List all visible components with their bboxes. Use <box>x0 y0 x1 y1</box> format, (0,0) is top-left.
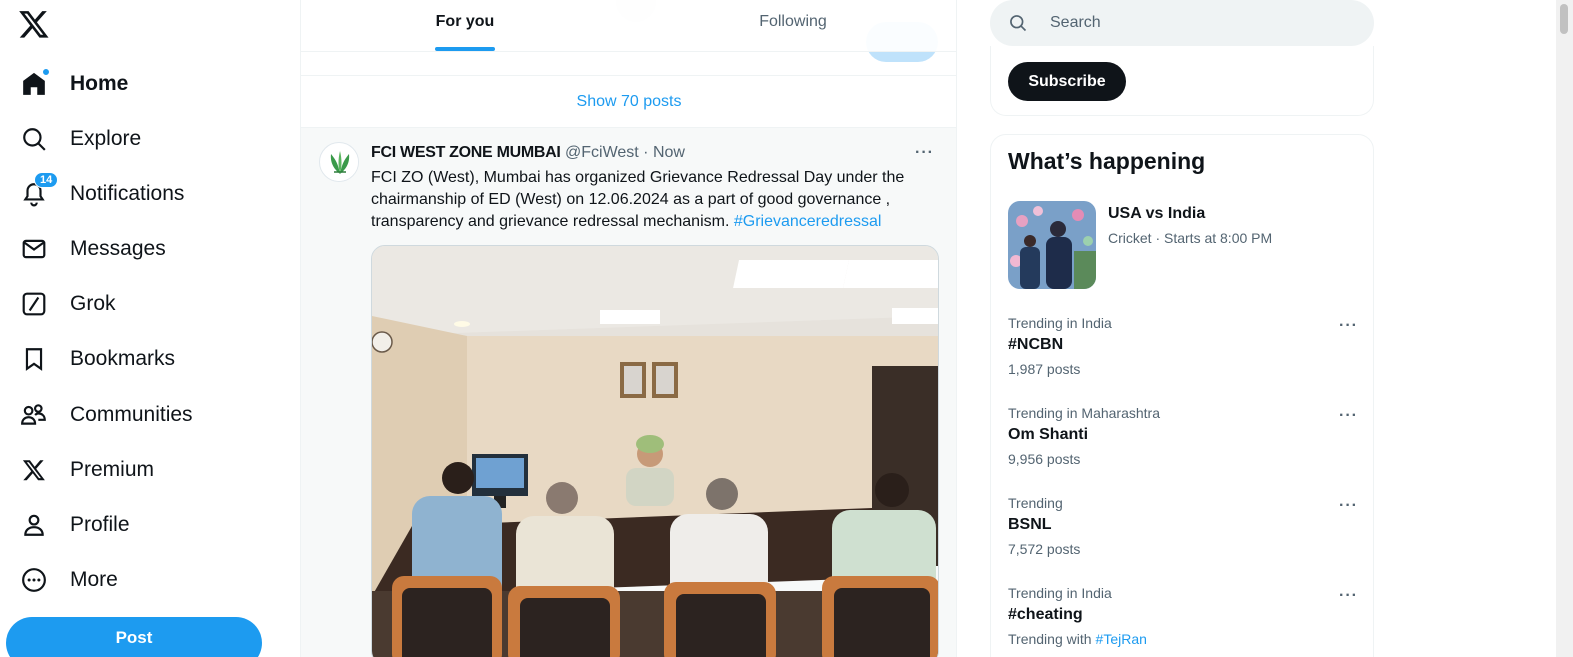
nav-label: Messages <box>70 237 166 260</box>
trend-count: 1,987 posts <box>1008 361 1081 377</box>
tweet-time[interactable]: Now <box>653 144 685 161</box>
bell-icon: 14 <box>20 172 59 208</box>
nav-label: Home <box>70 72 129 95</box>
nav-premium[interactable]: Premium <box>8 446 166 494</box>
search-input[interactable] <box>1050 14 1350 32</box>
trend-item[interactable]: Trending in India #NCBN 1,987 posts ··· <box>1008 315 1358 405</box>
whats-happening-panel: What’s happening USA vs India Cricket · … <box>990 134 1374 657</box>
nav-explore[interactable]: Explore <box>8 115 153 163</box>
more-options-icon[interactable]: ··· <box>1339 317 1358 335</box>
nav-messages[interactable]: Messages <box>8 225 178 273</box>
more-circle-icon <box>20 566 48 594</box>
right-sidebar: Subscribe What’s happening USA vs India … <box>990 0 1374 657</box>
scrollbar-thumb[interactable] <box>1560 4 1568 34</box>
more-options-icon[interactable]: ··· <box>1339 587 1358 605</box>
nav-label: Communities <box>70 403 193 426</box>
x-logo-icon <box>20 456 48 484</box>
feed-tabs: For you Following <box>301 0 956 52</box>
main-feed: For you Following Show 70 posts FCI WEST… <box>300 0 957 657</box>
tweet-text: FCI ZO (West), Mumbai has organized Grie… <box>371 167 931 233</box>
more-options-icon[interactable]: ··· <box>915 144 934 162</box>
trend-name: BSNL <box>1008 516 1052 533</box>
search-bar[interactable] <box>990 0 1374 46</box>
trend-name: #cheating <box>1008 606 1083 623</box>
search-icon <box>1010 15 1027 32</box>
post-button[interactable]: Post <box>6 617 262 657</box>
subscribe-button[interactable]: Subscribe <box>1008 62 1126 101</box>
tab-following[interactable]: Following <box>629 0 956 51</box>
more-options-icon[interactable]: ··· <box>1339 497 1358 515</box>
trend-related-hashtag[interactable]: #TejRan <box>1096 631 1147 647</box>
tab-label: Following <box>759 12 827 30</box>
trend-count: Trending with #TejRan <box>1008 631 1147 647</box>
tweet-photo[interactable] <box>371 245 939 657</box>
panel-title: What’s happening <box>1008 148 1206 174</box>
search-icon <box>20 125 48 153</box>
premium-card: Subscribe <box>990 46 1374 116</box>
nav-profile[interactable]: Profile <box>8 501 142 549</box>
tab-label: For you <box>435 12 495 30</box>
scrollbar-track[interactable] <box>1556 0 1573 657</box>
nav-label: Explore <box>70 127 142 150</box>
nav-bookmarks[interactable]: Bookmarks <box>8 335 187 383</box>
nav-notifications[interactable]: 14 Notifications <box>8 170 196 218</box>
nav-communities[interactable]: Communities <box>8 391 205 439</box>
notification-dot <box>42 68 50 76</box>
trend-count: 9,956 posts <box>1008 451 1081 467</box>
x-logo-icon[interactable] <box>18 8 50 40</box>
featured-event-title[interactable]: USA vs India <box>1108 205 1205 223</box>
trend-count: 7,572 posts <box>1008 541 1081 557</box>
nav-more[interactable]: More <box>8 556 130 604</box>
nav-home[interactable]: Home <box>8 60 140 108</box>
nav-label: Bookmarks <box>70 347 176 370</box>
avatar[interactable] <box>319 142 359 182</box>
more-options-icon[interactable]: ··· <box>1339 407 1358 425</box>
trend-name: #NCBN <box>1008 336 1064 353</box>
author-handle[interactable]: @FciWest <box>565 144 639 161</box>
trend-context: Trending <box>1008 495 1063 511</box>
communities-icon <box>20 401 48 429</box>
mail-icon <box>20 235 48 263</box>
trend-context: Trending in Maharashtra <box>1008 405 1161 421</box>
tweet[interactable]: FCI WEST ZONE MUMBAI @FciWest · Now ··· … <box>301 128 956 657</box>
nav-label: Notifications <box>70 182 185 205</box>
tab-for-you[interactable]: For you <box>301 0 629 51</box>
trend-context: Trending in India <box>1008 585 1112 601</box>
trend-item[interactable]: Trending BSNL 7,572 posts ··· <box>1008 495 1358 585</box>
nav-label: Profile <box>70 513 130 536</box>
tweet-hashtag[interactable]: #Grievanceredressal <box>734 213 882 230</box>
bookmark-icon <box>20 345 48 373</box>
author-name[interactable]: FCI WEST ZONE MUMBAI <box>371 144 561 161</box>
nav-grok[interactable]: Grok <box>8 280 128 328</box>
notification-count-badge: 14 <box>34 172 59 188</box>
meta-separator: · <box>638 144 653 161</box>
featured-event-subtitle: Cricket · Starts at 8:00 PM <box>1108 230 1273 246</box>
nav-label: Premium <box>70 458 155 481</box>
trend-item[interactable]: Trending in Maharashtra Om Shanti 9,956 … <box>1008 405 1358 495</box>
nav-label: More <box>70 568 118 591</box>
trend-with-label: Trending with <box>1008 631 1092 647</box>
trend-context: Trending in India <box>1008 315 1112 331</box>
trend-name: Om Shanti <box>1008 426 1089 443</box>
show-new-posts-link[interactable]: Show 70 posts <box>301 75 956 128</box>
trend-item[interactable]: Trending in India #cheating Trending wit… <box>1008 585 1358 657</box>
left-nav: Home Explore 14 Notifications Messages G… <box>0 0 300 657</box>
home-icon <box>20 68 50 98</box>
person-icon <box>20 511 48 539</box>
tweet-header: FCI WEST ZONE MUMBAI @FciWest · Now <box>371 144 685 162</box>
nav-label: Grok <box>70 292 116 315</box>
featured-event-image[interactable] <box>1008 201 1096 289</box>
grok-icon <box>20 290 48 318</box>
active-tab-indicator <box>435 47 495 51</box>
